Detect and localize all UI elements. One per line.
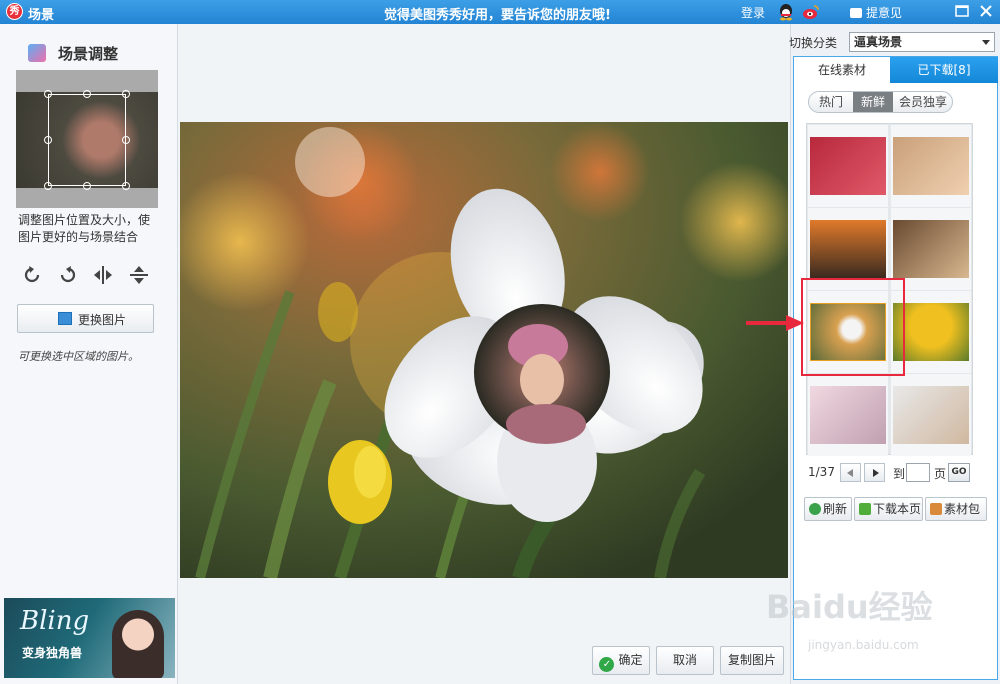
confirm-label: 确定 bbox=[618, 653, 643, 667]
next-page-button[interactable] bbox=[864, 463, 885, 482]
download-label: 下载本页 bbox=[873, 502, 922, 516]
resize-handle[interactable] bbox=[122, 136, 130, 144]
page-unit-label: 页 bbox=[934, 467, 947, 481]
close-icon[interactable] bbox=[978, 3, 994, 19]
annotation-highlight-box bbox=[801, 278, 905, 376]
feedback-label: 提意见 bbox=[866, 6, 903, 20]
copy-image-button[interactable]: 复制图片 bbox=[720, 646, 784, 675]
refresh-button[interactable]: 刷新 bbox=[804, 497, 852, 521]
subtab-hot[interactable]: 热门 bbox=[809, 92, 853, 112]
pack-label: 素材包 bbox=[944, 502, 981, 516]
annotation-arrow bbox=[746, 315, 804, 331]
category-select[interactable]: 逼真场景 bbox=[849, 32, 995, 52]
qq-icon[interactable] bbox=[778, 3, 794, 21]
tab-downloaded[interactable]: 已下载[8] bbox=[890, 57, 998, 83]
resize-handle[interactable] bbox=[83, 90, 91, 98]
thumbnail-image bbox=[810, 386, 886, 444]
scene-photo-render bbox=[180, 122, 788, 578]
scene-photo[interactable] bbox=[180, 122, 788, 578]
change-image-button[interactable]: 更换图片 bbox=[17, 304, 154, 333]
go-button[interactable]: GO bbox=[948, 463, 970, 482]
rotate-right-icon[interactable] bbox=[56, 264, 78, 286]
help-text: 调整图片位置及大小，使图片更好的与场景结合 bbox=[18, 213, 151, 244]
thumbnail-image bbox=[893, 386, 969, 444]
transform-toolbar bbox=[22, 264, 162, 286]
package-icon bbox=[930, 503, 942, 515]
thumbnail-image bbox=[893, 220, 969, 278]
thumbnail-item[interactable] bbox=[891, 374, 971, 456]
crop-preview[interactable] bbox=[16, 70, 158, 208]
chevron-down-icon bbox=[982, 40, 990, 45]
flip-horizontal-icon[interactable] bbox=[92, 264, 114, 286]
refresh-label: 刷新 bbox=[823, 502, 848, 516]
thumbnail-item[interactable] bbox=[808, 374, 888, 456]
ad-banner[interactable]: Bling 变身独角兽 bbox=[4, 598, 175, 678]
check-icon: ✓ bbox=[599, 657, 615, 672]
resize-handle[interactable] bbox=[83, 182, 91, 190]
refresh-icon bbox=[809, 503, 821, 515]
chat-bubble-icon bbox=[850, 8, 862, 18]
thumbnail-item[interactable] bbox=[891, 125, 971, 207]
preview-band-bottom bbox=[16, 188, 158, 208]
page-count: 1/37 bbox=[808, 465, 835, 479]
ad-subtitle: 变身独角兽 bbox=[22, 646, 83, 660]
page-number-input[interactable] bbox=[906, 463, 930, 482]
tab-online-materials[interactable]: 在线素材 bbox=[794, 57, 890, 83]
goto-label: 到 bbox=[893, 467, 906, 481]
thumbnail-image bbox=[893, 137, 969, 195]
material-pack-button[interactable]: 素材包 bbox=[925, 497, 987, 521]
ad-portrait bbox=[112, 610, 164, 678]
subtab-vip[interactable]: 会员独享 bbox=[893, 92, 952, 112]
resize-handle[interactable] bbox=[122, 90, 130, 98]
confirm-button[interactable]: ✓ 确定 bbox=[592, 646, 650, 675]
change-image-label: 更换图片 bbox=[78, 313, 127, 327]
category-value: 逼真场景 bbox=[854, 35, 903, 49]
category-label: 切换分类 bbox=[789, 36, 838, 50]
ad-title: Bling bbox=[20, 606, 90, 636]
resize-handle[interactable] bbox=[44, 182, 52, 190]
slogan-text: 觉得美图秀秀好用，要告诉您的朋友哦! bbox=[384, 8, 611, 23]
subtab-fresh[interactable]: 新鲜 bbox=[853, 92, 893, 112]
scene-adjust-panel: 场景调整 调整图片位置及大小，使图片更好的与场景结合 更换图片 可更换选中区域的… bbox=[0, 24, 178, 684]
download-icon bbox=[859, 503, 871, 515]
title-bar: 秀 场景 觉得美图秀秀好用，要告诉您的朋友哦! 登录 提意见 bbox=[0, 0, 1000, 24]
prev-page-button[interactable] bbox=[840, 463, 861, 482]
pager: 1/37 到 页 GO bbox=[806, 463, 986, 483]
resize-handle[interactable] bbox=[44, 90, 52, 98]
thumbnail-item[interactable] bbox=[808, 125, 888, 207]
scene-adjust-icon bbox=[28, 44, 46, 62]
feedback-link[interactable]: 提意见 bbox=[850, 4, 902, 21]
cancel-button[interactable]: 取消 bbox=[656, 646, 714, 675]
login-link[interactable]: 登录 bbox=[741, 4, 765, 21]
window-title: 场景 bbox=[28, 8, 55, 23]
weibo-icon[interactable] bbox=[802, 3, 820, 21]
image-icon bbox=[58, 312, 72, 325]
thumbnail-image bbox=[810, 137, 886, 195]
filter-subtabs: 热门 新鲜 会员独享 bbox=[808, 91, 953, 113]
canvas-area: ✓ 确定 取消 复制图片 bbox=[178, 24, 790, 684]
panel-heading: 场景调整 bbox=[58, 45, 119, 63]
flip-vertical-icon[interactable] bbox=[128, 264, 150, 286]
resize-handle[interactable] bbox=[44, 136, 52, 144]
thumbnail-image bbox=[810, 220, 886, 278]
maximize-icon[interactable] bbox=[954, 3, 970, 19]
preview-band-top bbox=[16, 70, 158, 92]
download-page-button[interactable]: 下载本页 bbox=[854, 497, 923, 521]
crop-frame[interactable] bbox=[48, 94, 126, 186]
handwritten-note: 可更换选中区域的图片。 bbox=[18, 350, 139, 363]
app-logo: 秀 bbox=[6, 3, 23, 20]
rotate-left-icon[interactable] bbox=[22, 264, 44, 286]
resize-handle[interactable] bbox=[122, 182, 130, 190]
